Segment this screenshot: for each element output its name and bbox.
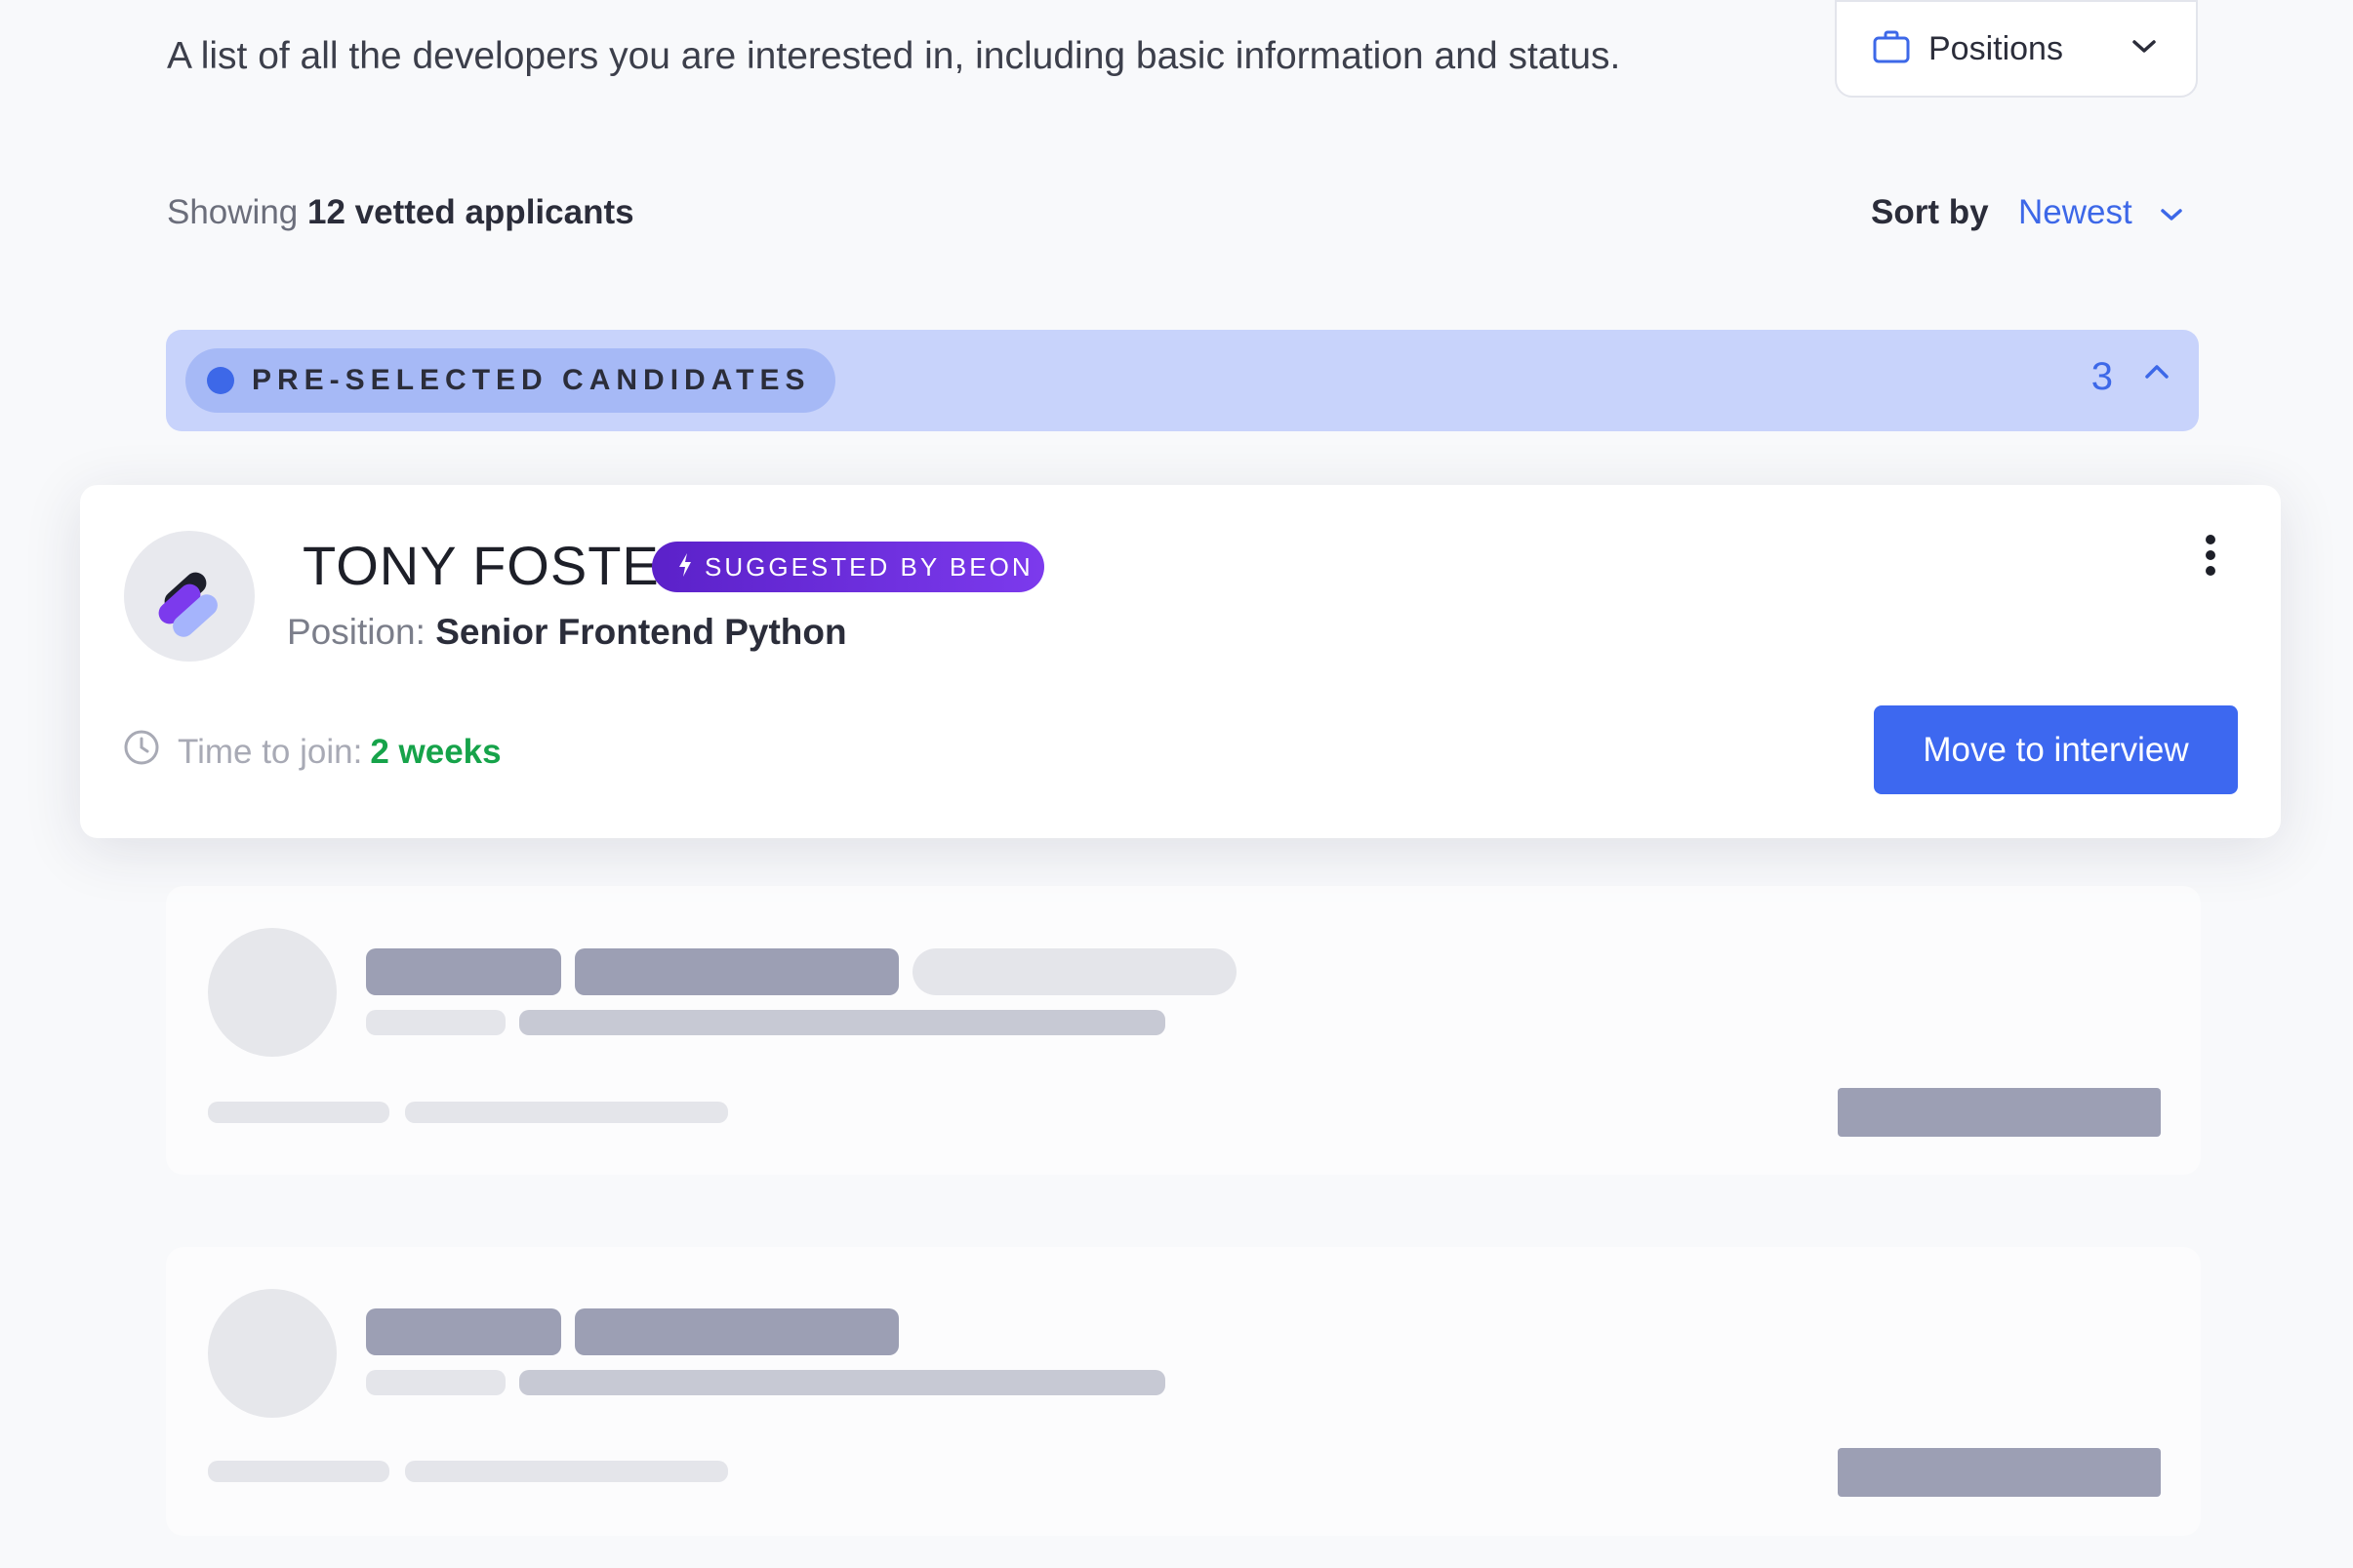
sort-label: Sort by [1871,193,1989,231]
chevron-down-icon [2131,39,2157,60]
skeleton-button [1838,1448,2161,1497]
skeleton-bar [366,1308,561,1355]
skeleton-bar [366,1370,506,1395]
time-to-join: Time to join: 2 weeks [123,729,502,775]
skeleton-bar [575,948,899,995]
candidate-name: TONY FOSTER [303,535,701,596]
position-label: Position: [287,612,426,652]
move-to-interview-button[interactable]: Move to interview [1874,705,2238,794]
positions-dropdown[interactable]: Positions [1835,0,2198,98]
skeleton-bar [519,1010,1165,1035]
more-vertical-icon[interactable] [2205,534,2216,582]
group-label: PRE-SELECTED CANDIDATES [252,364,811,396]
skeleton-card [166,1247,2201,1536]
group-count: 3 [2090,355,2113,398]
skeleton-bar [366,1010,506,1035]
clock-icon [123,729,160,775]
skeleton-avatar [208,928,337,1057]
showing-count: 12 vetted applicants [307,193,634,231]
chevron-up-icon[interactable] [2144,363,2170,385]
join-value: 2 weeks [370,732,502,771]
skeleton-bar [519,1370,1165,1395]
skeleton-bar [575,1308,899,1355]
candidate-card[interactable]: TONY FOSTER SUGGESTED BY BEON Position: … [80,485,2281,838]
skeleton-bar [366,948,561,995]
avatar [124,531,255,662]
chevron-down-icon [2160,193,2183,232]
logo-icon [158,572,218,637]
sort-dropdown[interactable]: Newest [2018,193,2183,232]
skeleton-avatar [208,1289,337,1418]
lightning-icon [677,552,693,583]
candidate-position: Position: Senior Frontend Python [287,612,847,653]
status-dot [207,367,234,394]
skeleton-bar [913,948,1237,995]
results-count: Showing 12 vetted applicants [167,193,634,232]
skeleton-bar [405,1102,728,1123]
page-subtitle: A list of all the developers you are int… [167,35,1621,77]
group-pill: PRE-SELECTED CANDIDATES [185,348,836,413]
briefcase-icon [1872,29,1911,69]
sort-value: Newest [2018,193,2132,231]
positions-label: Positions [1928,29,2063,67]
skeleton-card [166,886,2201,1175]
skeleton-bar [208,1102,389,1123]
position-value: Senior Frontend Python [435,612,847,652]
skeleton-bar [208,1461,389,1482]
badge-label: SUGGESTED BY BEON [705,551,1034,582]
skeleton-button [1838,1088,2161,1137]
suggested-badge: SUGGESTED BY BEON [652,542,1044,592]
skeleton-bar [405,1461,728,1482]
showing-prefix: Showing [167,193,299,231]
group-header-preselected[interactable]: PRE-SELECTED CANDIDATES 3 [166,330,2199,431]
join-label: Time to join: [178,732,363,771]
